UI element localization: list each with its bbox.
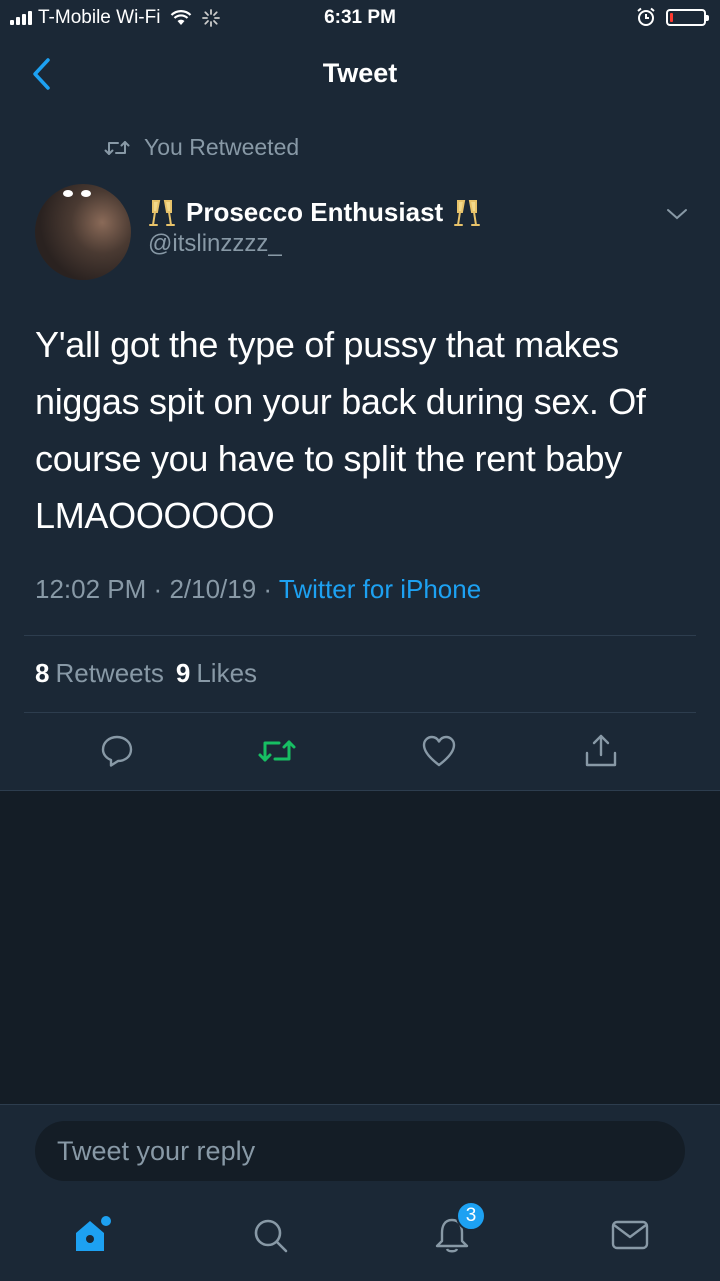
- reply-icon: [101, 735, 133, 767]
- author-display-name[interactable]: Prosecco Enthusiast: [148, 197, 481, 228]
- avatar-detail: [63, 190, 73, 197]
- bottom-bar: 3: [0, 1104, 720, 1281]
- divider: [24, 635, 696, 636]
- retweet-context: You Retweeted: [104, 134, 299, 161]
- share-icon: [585, 734, 617, 767]
- tab-search[interactable]: [246, 1211, 294, 1259]
- retweet-icon: [258, 740, 296, 762]
- tweet-stats: 8 Retweets 9 Likes: [35, 658, 257, 689]
- tab-messages[interactable]: [606, 1211, 654, 1259]
- notification-badge: 3: [456, 1201, 486, 1231]
- tweet-detail: You Retweeted Prosecco Enthusiast @itsli…: [0, 112, 720, 791]
- retweet-button[interactable]: [256, 730, 298, 772]
- retweet-icon: [104, 140, 130, 155]
- chevron-down-icon: [667, 209, 687, 220]
- tweet-time: 12:02 PM: [35, 574, 147, 604]
- tweet-date: 2/10/19: [169, 574, 257, 604]
- retweets-stat[interactable]: 8 Retweets: [35, 658, 164, 689]
- author-name-label: Prosecco Enthusiast: [186, 197, 444, 227]
- search-icon: [254, 1219, 288, 1253]
- battery-icon: [666, 8, 709, 26]
- meta-separator: ·: [153, 574, 163, 604]
- home-icon: [76, 1216, 111, 1251]
- share-button[interactable]: [580, 730, 622, 772]
- navigation-bar: Tweet: [0, 36, 720, 113]
- like-button[interactable]: [418, 730, 460, 772]
- alarm-icon: [637, 7, 655, 26]
- reply-input[interactable]: [35, 1121, 685, 1181]
- tweet-options-button[interactable]: [665, 206, 689, 227]
- likes-label: Likes: [196, 658, 258, 688]
- likes-stat[interactable]: 9 Likes: [176, 658, 257, 689]
- tweet-meta: 12:02 PM · 2/10/19 · Twitter for iPhone: [35, 574, 481, 605]
- like-icon: [422, 735, 456, 767]
- tweet-actions: [0, 712, 720, 790]
- avatar-detail: [81, 190, 91, 197]
- retweets-label: Retweets: [55, 658, 164, 688]
- messages-icon: [611, 1220, 649, 1250]
- tweet-text: Y'all got the type of pussy that makes n…: [35, 324, 646, 536]
- meta-separator: ·: [263, 574, 273, 604]
- champagne-glasses-icon: [149, 199, 175, 226]
- tweet-source-link[interactable]: Twitter for iPhone: [279, 574, 481, 604]
- avatar[interactable]: [35, 184, 131, 280]
- retweet-count: 8: [35, 658, 50, 688]
- tab-home[interactable]: [68, 1211, 116, 1259]
- tab-notifications[interactable]: 3: [428, 1201, 486, 1259]
- reply-button[interactable]: [96, 730, 138, 772]
- status-bar: T-Mobile Wi-Fi 6:31 PM: [0, 0, 720, 36]
- author-handle[interactable]: @itslinzzzz_: [148, 230, 282, 258]
- status-time: 6:31 PM: [324, 7, 396, 28]
- like-count: 9: [175, 658, 191, 688]
- retweet-context-label: You Retweeted: [144, 134, 300, 160]
- page-title: Tweet: [322, 58, 398, 88]
- battery-level: [670, 12, 673, 22]
- status-right: [636, 7, 709, 27]
- champagne-glasses-icon: [454, 199, 481, 226]
